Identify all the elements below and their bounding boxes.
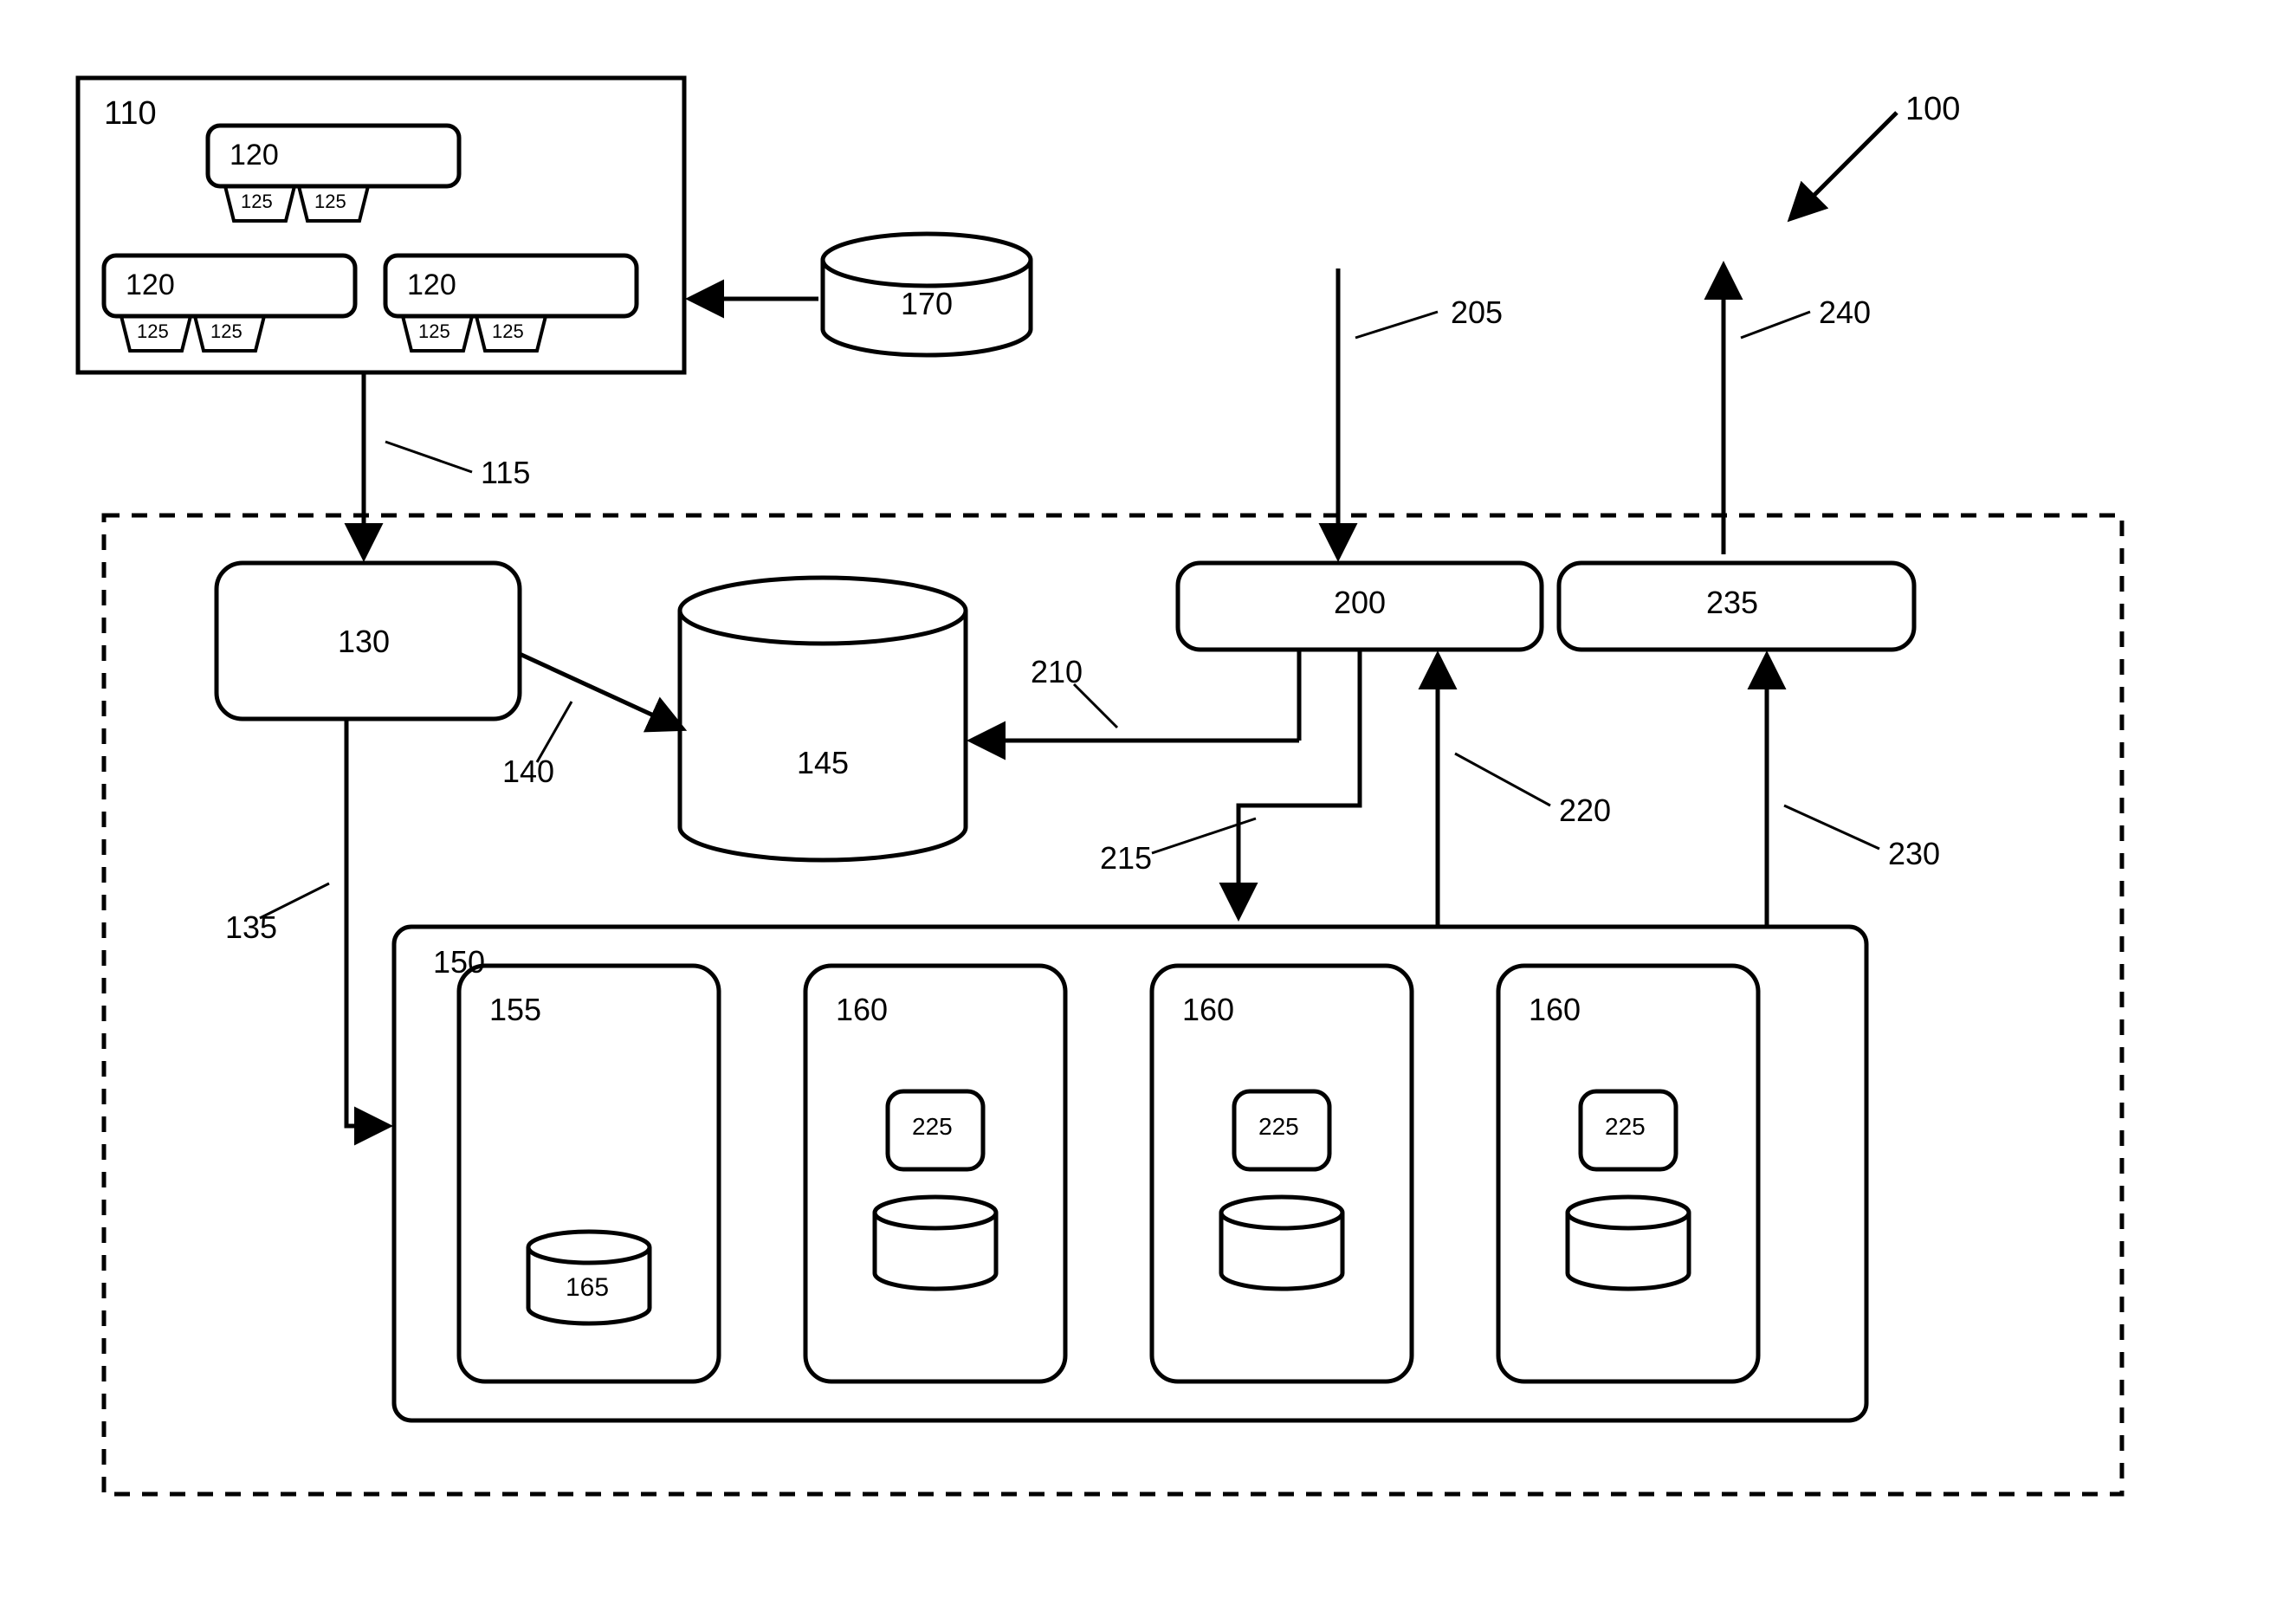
label-160b: 160 (1182, 992, 1234, 1028)
label-210: 210 (1031, 654, 1083, 690)
label-165: 165 (566, 1273, 609, 1303)
leader-115 (385, 442, 472, 472)
label-130: 130 (338, 624, 390, 660)
label-100: 100 (1905, 91, 1960, 128)
label-115: 115 (481, 455, 530, 491)
label-150: 150 (433, 944, 485, 980)
label-240: 240 (1819, 294, 1871, 331)
label-135: 135 (225, 909, 277, 946)
label-235: 235 (1706, 585, 1758, 621)
label-225b: 225 (1258, 1113, 1299, 1141)
label-125f: 125 (492, 320, 524, 343)
label-110: 110 (104, 95, 157, 133)
label-160a: 160 (836, 992, 888, 1028)
box-110 (78, 78, 684, 372)
box-160-3 (1498, 966, 1758, 1381)
cylinder-160-3 (1568, 1197, 1689, 1289)
label-145: 145 (797, 745, 849, 781)
label-120c: 120 (407, 269, 456, 302)
leader-210 (1074, 684, 1117, 728)
box-160-2 (1152, 966, 1412, 1381)
label-170: 170 (901, 286, 953, 322)
label-225c: 225 (1605, 1113, 1646, 1141)
label-125e: 125 (418, 320, 450, 343)
label-215: 215 (1100, 840, 1152, 877)
leader-220 (1455, 754, 1550, 806)
label-120a: 120 (230, 139, 279, 172)
label-205: 205 (1451, 294, 1503, 331)
label-140: 140 (502, 754, 554, 790)
arrow-135 (346, 719, 385, 1126)
label-200: 200 (1334, 585, 1386, 621)
box-150 (394, 927, 1866, 1420)
leader-240 (1741, 312, 1810, 338)
box-160-1 (805, 966, 1065, 1381)
dashed-subsystem (104, 515, 2122, 1494)
label-125c: 125 (137, 320, 169, 343)
label-220: 220 (1559, 793, 1611, 829)
cylinder-160-2 (1221, 1197, 1342, 1289)
label-125a: 125 (241, 191, 273, 213)
cylinder-160-1 (875, 1197, 996, 1289)
ref-arrow-100 (1793, 113, 1897, 217)
box-155 (459, 966, 719, 1381)
label-225a: 225 (912, 1113, 953, 1141)
label-125d: 125 (210, 320, 243, 343)
label-125b: 125 (314, 191, 346, 213)
label-160c: 160 (1529, 992, 1581, 1028)
label-120b: 120 (126, 269, 175, 302)
cylinder-145 (680, 578, 966, 860)
diagram-svg (0, 0, 2283, 1624)
leader-230 (1784, 806, 1879, 849)
diagram-canvas: 100 110 120 125 125 120 125 125 120 125 … (0, 0, 2283, 1624)
label-155: 155 (489, 992, 541, 1028)
leader-205 (1355, 312, 1438, 338)
arrow-140 (520, 654, 680, 728)
label-230: 230 (1888, 836, 1940, 872)
